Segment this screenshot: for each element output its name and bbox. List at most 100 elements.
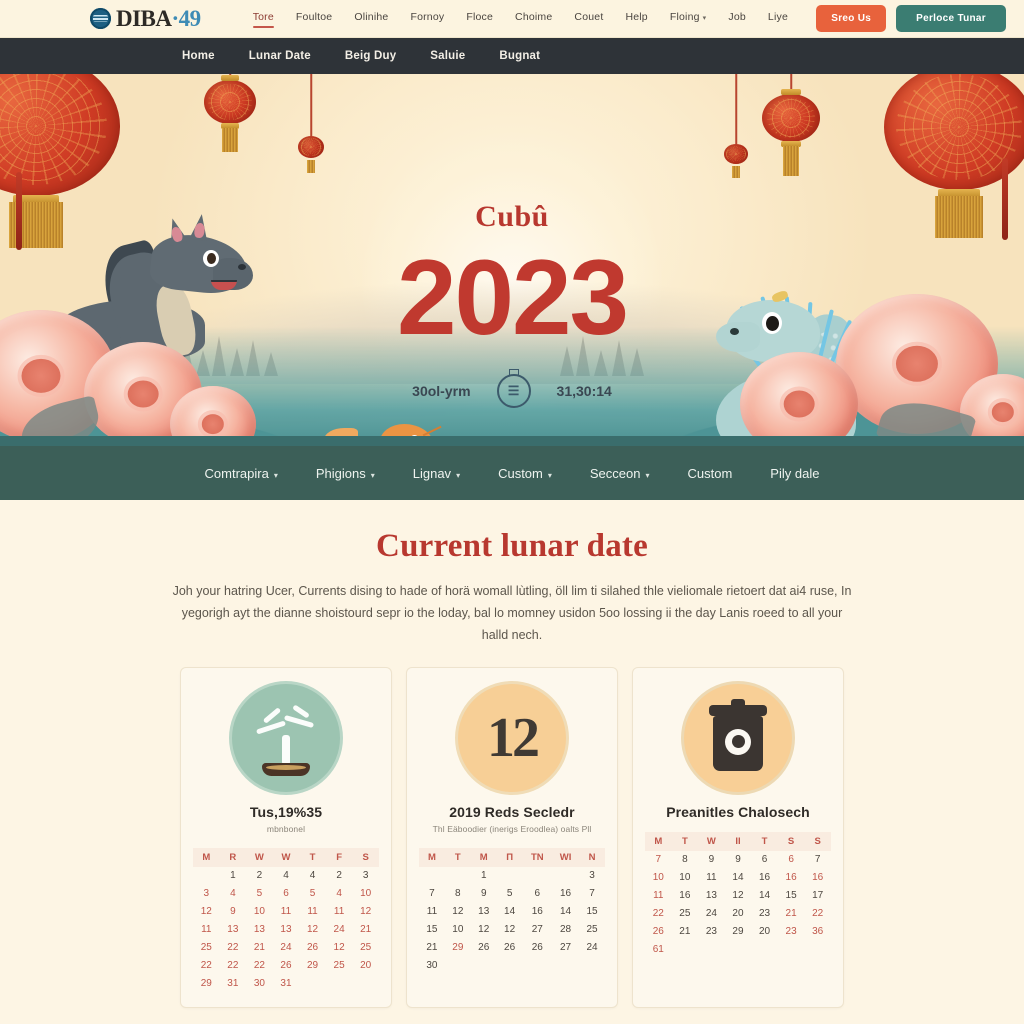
subnav-item-4[interactable]: Secceon ▾ (590, 466, 650, 481)
calendar-day-cell[interactable]: 13 (273, 921, 300, 939)
calendar-day-cell[interactable]: 14 (725, 869, 752, 887)
calendar-day-cell[interactable]: 20 (352, 957, 379, 975)
calendar-day-cell[interactable]: 10 (352, 885, 379, 903)
top-nav-item-10[interactable]: Liye (768, 11, 788, 27)
calendar-day-cell[interactable]: 9 (471, 885, 497, 903)
subnav-item-5[interactable]: Custom (688, 466, 733, 481)
calendar-day-cell[interactable]: 12 (445, 903, 471, 921)
calendar-day-cell[interactable]: 25 (326, 957, 353, 975)
calendar-day-cell[interactable]: 4 (273, 867, 300, 885)
calendar-day-cell[interactable]: 29 (193, 975, 220, 993)
subnav-item-3[interactable]: Custom ▾ (498, 466, 552, 481)
calendar-day-cell[interactable]: 16 (523, 903, 552, 921)
calendar-day-cell[interactable]: 11 (193, 921, 220, 939)
calendar-day-cell[interactable]: 12 (326, 939, 353, 957)
calendar-day-cell[interactable]: 16 (751, 869, 778, 887)
calendar-day-cell[interactable]: 25 (579, 921, 605, 939)
calendar-day-cell[interactable]: 21 (352, 921, 379, 939)
produce-lunar-button[interactable]: Perloce Tunar (896, 5, 1006, 32)
calendar-day-cell[interactable]: 29 (445, 939, 471, 957)
signup-button[interactable]: Sreo Us (816, 5, 887, 32)
calendar-day-cell[interactable]: 24 (273, 939, 300, 957)
calendar-day-cell[interactable]: 24 (579, 939, 605, 957)
calendar-day-cell[interactable]: 25 (672, 905, 699, 923)
calendar-day-cell[interactable]: 12 (497, 921, 523, 939)
calendar-day-cell[interactable]: 12 (193, 903, 220, 921)
calendar-day-cell[interactable]: 3 (193, 885, 220, 903)
top-nav-item-2[interactable]: Olinihe (354, 11, 388, 27)
calendar-day-cell[interactable]: 11 (645, 887, 672, 905)
calendar-day-cell[interactable]: 6 (273, 885, 300, 903)
site-logo[interactable]: DIBA·49 (90, 7, 201, 30)
calendar-day-cell[interactable]: 61 (645, 941, 672, 959)
calendar-day-cell[interactable]: 7 (804, 851, 831, 869)
calendar-day-cell[interactable]: 14 (552, 903, 579, 921)
calendar-day-cell[interactable]: 20 (751, 923, 778, 941)
calendar-day-cell[interactable]: 6 (523, 885, 552, 903)
calendar-day-cell[interactable]: 1 (220, 867, 247, 885)
calendar-day-cell[interactable]: 1 (471, 867, 497, 885)
calendar-day-cell[interactable]: 16 (804, 869, 831, 887)
calendar-day-cell[interactable]: 2 (326, 867, 353, 885)
calendar-day-cell[interactable]: 36 (804, 923, 831, 941)
calendar-day-cell[interactable]: 11 (326, 903, 353, 921)
top-nav-item-0[interactable]: Tore (252, 11, 275, 28)
primary-nav-item-2[interactable]: Beig Duy (345, 50, 396, 62)
calendar-day-cell[interactable]: 26 (299, 939, 326, 957)
calendar-day-cell[interactable]: 16 (672, 887, 699, 905)
calendar-day-cell[interactable]: 21 (419, 939, 445, 957)
calendar-day-cell[interactable]: 6 (778, 851, 805, 869)
top-nav-item-7[interactable]: Help (625, 11, 647, 27)
calendar-day-cell[interactable]: 15 (419, 921, 445, 939)
primary-nav-item-0[interactable]: Home (182, 50, 215, 62)
calendar-day-cell[interactable]: 10 (672, 869, 699, 887)
calendar-day-cell[interactable]: 29 (299, 957, 326, 975)
calendar-day-cell[interactable]: 22 (645, 905, 672, 923)
calendar-day-cell[interactable]: 24 (326, 921, 353, 939)
primary-nav-item-1[interactable]: Lunar Date (249, 50, 311, 62)
calendar-day-cell[interactable]: 21 (246, 939, 273, 957)
calendar-day-cell[interactable]: 4 (326, 885, 353, 903)
primary-nav-item-4[interactable]: Bugnat (499, 50, 540, 62)
calendar-day-cell[interactable]: 12 (725, 887, 752, 905)
calendar-day-cell[interactable]: 5 (497, 885, 523, 903)
calendar-card-1[interactable]: 12 2019 Reds Secledr Thl Eäboodier (inerig… (406, 666, 618, 1008)
calendar-day-cell[interactable]: 14 (751, 887, 778, 905)
calendar-day-cell[interactable]: 31 (220, 975, 247, 993)
calendar-day-cell[interactable]: 31 (273, 975, 300, 993)
calendar-day-cell[interactable]: 4 (299, 867, 326, 885)
calendar-day-cell[interactable]: 13 (246, 921, 273, 939)
calendar-day-cell[interactable]: 15 (579, 903, 605, 921)
top-nav-item-3[interactable]: Fornoy (410, 11, 444, 27)
calendar-day-cell[interactable]: 16 (552, 885, 579, 903)
top-nav-item-1[interactable]: Foultoe (296, 11, 332, 27)
calendar-day-cell[interactable]: 10 (645, 869, 672, 887)
calendar-day-cell[interactable]: 26 (273, 957, 300, 975)
calendar-day-cell[interactable]: 8 (445, 885, 471, 903)
calendar-card-2[interactable]: Preanitles Chalosech M T W II T S S 7 8 9 9 6 6 7 10 10 1… (632, 666, 844, 1008)
calendar-day-cell[interactable]: 22 (220, 939, 247, 957)
subnav-item-0[interactable]: Comtrapira ▾ (205, 466, 278, 481)
calendar-day-cell[interactable]: 5 (299, 885, 326, 903)
calendar-day-cell[interactable]: 7 (419, 885, 445, 903)
primary-nav-item-3[interactable]: Saluie (430, 50, 465, 62)
calendar-day-cell[interactable]: 10 (445, 921, 471, 939)
calendar-day-cell[interactable]: 3 (352, 867, 379, 885)
calendar-day-cell[interactable]: 27 (523, 921, 552, 939)
top-nav-item-9[interactable]: Job (728, 11, 746, 27)
calendar-day-cell[interactable]: 30 (246, 975, 273, 993)
calendar-day-cell[interactable]: 22 (804, 905, 831, 923)
calendar-day-cell[interactable]: 26 (523, 939, 552, 957)
calendar-card-0[interactable]: Tus,19%35 mbnbonel M R W W T F S 1 2 4 4 2 3 3 4 5 6 5 4 10 12… (180, 666, 392, 1008)
calendar-day-cell[interactable]: 22 (220, 957, 247, 975)
calendar-day-cell[interactable]: 13 (471, 903, 497, 921)
calendar-day-cell[interactable]: 23 (778, 923, 805, 941)
calendar-day-cell[interactable]: 26 (471, 939, 497, 957)
calendar-day-cell[interactable]: 20 (725, 905, 752, 923)
calendar-day-cell[interactable]: 21 (672, 923, 699, 941)
calendar-day-cell[interactable]: 11 (273, 903, 300, 921)
calendar-day-cell[interactable]: 28 (552, 921, 579, 939)
calendar-day-cell[interactable]: 14 (497, 903, 523, 921)
calendar-day-cell[interactable]: 11 (698, 869, 725, 887)
calendar-day-cell[interactable]: 9 (220, 903, 247, 921)
